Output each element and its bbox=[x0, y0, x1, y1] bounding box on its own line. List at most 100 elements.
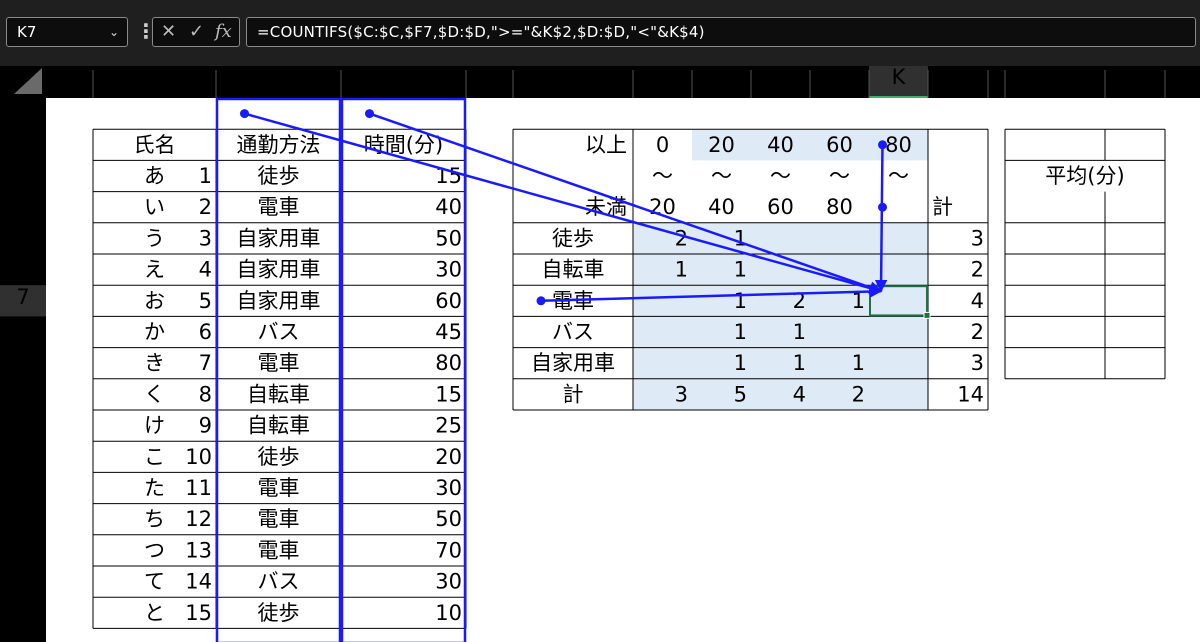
row-header-14[interactable]: 14 bbox=[10, 504, 37, 528]
commute-time-cell[interactable]: 45 bbox=[435, 320, 462, 344]
name-cell[interactable]: え bbox=[144, 258, 165, 282]
column-header-O[interactable]: O bbox=[1127, 65, 1144, 89]
name-cell[interactable]: き bbox=[144, 351, 165, 375]
commute-method-cell[interactable]: 電車 bbox=[258, 351, 300, 375]
count-cell[interactable]: 1 bbox=[734, 320, 747, 344]
row-header-13[interactable]: 13 bbox=[10, 472, 37, 496]
row-number-cell[interactable]: 9 bbox=[199, 414, 212, 438]
row-total-cell[interactable]: 14 bbox=[957, 382, 984, 406]
category-label-cell[interactable]: バス bbox=[552, 320, 594, 344]
row-number-cell[interactable]: 13 bbox=[185, 538, 212, 562]
commute-method-cell[interactable]: 自家用車 bbox=[237, 226, 321, 250]
commute-time-cell[interactable]: 20 bbox=[435, 445, 462, 469]
row-header-17[interactable]: 17 bbox=[10, 597, 37, 621]
row-number-cell[interactable]: 4 bbox=[199, 258, 212, 282]
commute-method-cell[interactable]: 自転車 bbox=[247, 414, 310, 438]
row-number-cell[interactable]: 5 bbox=[199, 289, 212, 313]
column-header-K[interactable]: K bbox=[892, 65, 907, 89]
column-header-A[interactable]: A bbox=[62, 65, 77, 89]
row-header-9[interactable]: 9 bbox=[16, 348, 29, 372]
column-header-C[interactable]: C bbox=[271, 65, 286, 89]
category-label-cell[interactable]: 計 bbox=[563, 382, 584, 406]
range-min-cell[interactable]: 20 bbox=[708, 133, 735, 157]
count-cell[interactable]: 1 bbox=[793, 351, 806, 375]
category-label-cell[interactable]: 自家用車 bbox=[531, 351, 615, 375]
commute-time-cell[interactable]: 60 bbox=[435, 289, 462, 313]
commute-time-cell[interactable]: 30 bbox=[435, 570, 462, 594]
commute-time-cell[interactable]: 30 bbox=[435, 258, 462, 282]
column-header-I[interactable]: I bbox=[777, 65, 783, 89]
row-header-5[interactable]: 5 bbox=[16, 223, 29, 247]
commute-method-cell[interactable]: 電車 bbox=[258, 538, 300, 562]
name-cell[interactable]: た bbox=[144, 476, 165, 500]
row-number-cell[interactable]: 10 bbox=[185, 445, 212, 469]
fill-handle[interactable] bbox=[923, 311, 931, 319]
count-cell[interactable]: 5 bbox=[734, 382, 747, 406]
count-cell[interactable]: 1 bbox=[793, 320, 806, 344]
row-header-1[interactable]: 1 bbox=[16, 98, 29, 122]
average-title-cell[interactable]: 平均(分) bbox=[1045, 164, 1124, 188]
commute-method-cell[interactable]: バス bbox=[258, 570, 300, 594]
name-cell[interactable]: つ bbox=[144, 538, 165, 562]
row-header-4[interactable]: 4 bbox=[16, 192, 29, 216]
category-label-cell[interactable]: 徒歩 bbox=[552, 226, 594, 250]
row-total-cell[interactable]: 4 bbox=[971, 289, 984, 313]
commute-time-cell[interactable]: 30 bbox=[435, 476, 462, 500]
count-cell[interactable]: 1 bbox=[852, 289, 865, 313]
commute-time-cell[interactable]: 15 bbox=[435, 164, 462, 188]
worksheet-grid[interactable]: A B C D E F G H I J K L M N O1234567891011121314151617… bbox=[0, 0, 1200, 642]
count-cell[interactable]: 1 bbox=[675, 258, 688, 282]
range-max-cell[interactable]: 80 bbox=[826, 195, 853, 219]
category-label-cell[interactable]: 自転車 bbox=[542, 258, 605, 282]
count-cell[interactable]: 2 bbox=[675, 226, 688, 250]
name-cell[interactable]: て bbox=[144, 570, 165, 594]
commute-time-cell[interactable]: 50 bbox=[435, 226, 462, 250]
name-cell[interactable]: う bbox=[144, 226, 165, 250]
name-cell[interactable]: こ bbox=[144, 445, 165, 469]
column-header-J[interactable]: J bbox=[834, 65, 842, 89]
commute-method-cell[interactable]: 徒歩 bbox=[258, 601, 300, 625]
column-header-B[interactable]: B bbox=[147, 65, 161, 89]
name-cell[interactable]: あ bbox=[144, 164, 165, 188]
commute-method-cell[interactable]: バス bbox=[258, 320, 300, 344]
range-min-cell[interactable]: 0 bbox=[656, 133, 669, 157]
row-header-8[interactable]: 8 bbox=[16, 316, 29, 340]
count-cell[interactable]: 1 bbox=[852, 351, 865, 375]
commute-method-cell[interactable]: 電車 bbox=[258, 507, 300, 531]
commute-time-cell[interactable]: 70 bbox=[435, 538, 462, 562]
row-header-2[interactable]: 2 bbox=[16, 129, 29, 153]
row-number-cell[interactable]: 11 bbox=[185, 476, 212, 500]
row-number-cell[interactable]: 14 bbox=[185, 570, 212, 594]
range-min-cell[interactable]: 80 bbox=[885, 133, 912, 157]
count-cell[interactable]: 4 bbox=[793, 382, 806, 406]
commute-time-cell[interactable]: 10 bbox=[435, 601, 462, 625]
row-header-10[interactable]: 10 bbox=[10, 379, 37, 403]
column-header-G[interactable]: G bbox=[654, 65, 670, 89]
row-header-18[interactable]: 18 bbox=[10, 628, 37, 642]
commute-method-cell[interactable]: 自転車 bbox=[247, 382, 310, 406]
range-max-cell[interactable]: 60 bbox=[767, 195, 794, 219]
row-header-7[interactable]: 7 bbox=[16, 285, 29, 309]
count-cell[interactable]: 2 bbox=[793, 289, 806, 313]
row-total-cell[interactable]: 3 bbox=[971, 226, 984, 250]
row-number-cell[interactable]: 1 bbox=[199, 164, 212, 188]
name-cell[interactable]: け bbox=[144, 414, 165, 438]
row-header-16[interactable]: 16 bbox=[10, 566, 37, 590]
name-cell[interactable]: い bbox=[144, 195, 165, 219]
commute-method-cell[interactable]: 自家用車 bbox=[237, 289, 321, 313]
name-cell[interactable]: か bbox=[144, 320, 165, 344]
commute-time-cell[interactable]: 25 bbox=[435, 414, 462, 438]
range-max-cell[interactable]: 40 bbox=[708, 195, 735, 219]
name-cell[interactable]: ち bbox=[144, 507, 165, 531]
row-total-cell[interactable]: 2 bbox=[971, 320, 984, 344]
row-total-cell[interactable]: 3 bbox=[971, 351, 984, 375]
label-min-cell[interactable]: 以上 bbox=[585, 133, 627, 157]
row-number-cell[interactable]: 12 bbox=[185, 507, 212, 531]
commute-time-cell[interactable]: 50 bbox=[435, 507, 462, 531]
label-max-cell[interactable]: 未満 bbox=[585, 195, 627, 219]
column-header-E[interactable]: E bbox=[483, 65, 496, 89]
commute-time-cell[interactable]: 80 bbox=[435, 351, 462, 375]
row-header-3[interactable]: 3 bbox=[16, 160, 29, 184]
column-header-H[interactable]: H bbox=[714, 65, 730, 89]
row-total-cell[interactable]: 2 bbox=[971, 258, 984, 282]
